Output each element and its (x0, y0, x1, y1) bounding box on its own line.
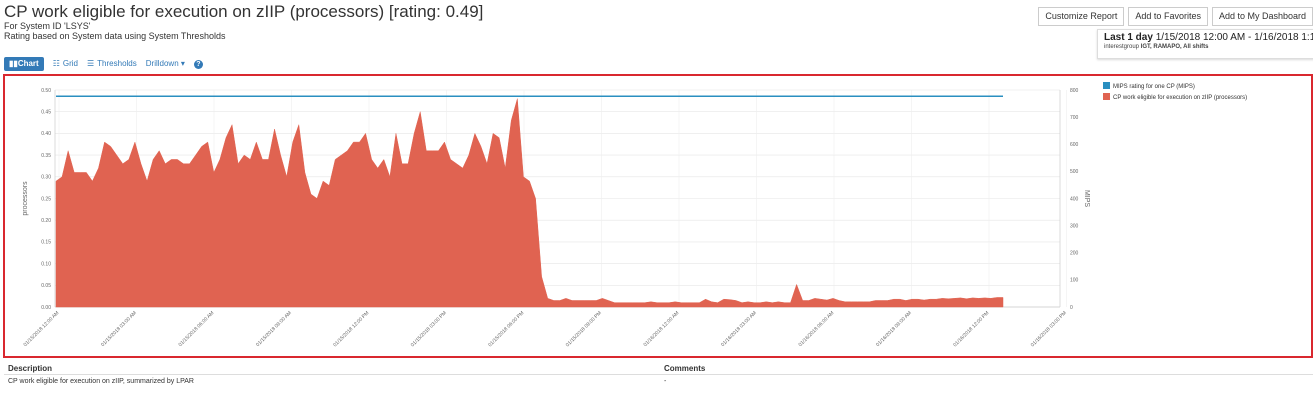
comments-header: Comments (664, 364, 706, 373)
page-title: CP work eligible for execution on zIIP (… (4, 2, 484, 21)
y-left-tick-label: 0.45 (41, 110, 51, 116)
description-table: Description Comments CP work eligible fo… (4, 362, 1313, 389)
table-row: CP work eligible for execution on zIIP, … (4, 375, 1313, 389)
date-range-panel[interactable]: Last 1 day 1/15/2018 12:00 AM - 1/16/201… (1097, 29, 1313, 59)
y-left-tick-label: 0.20 (41, 218, 51, 224)
y-right-tick-label: 700 (1070, 115, 1079, 121)
drilldown-label: Drilldown (145, 59, 179, 68)
x-tick-label: 01/16/2018 09:00 AM (875, 310, 913, 348)
y-right-axis-title: MIPS (1083, 190, 1090, 207)
y-right-tick-label: 200 (1070, 251, 1079, 257)
x-tick-label: 01/15/2018 06:00 AM (178, 310, 216, 348)
tab-thresholds-label: Thresholds (97, 59, 137, 68)
x-tick-label: 01/16/2018 12:00 PM (952, 310, 990, 348)
tab-grid[interactable]: ☷ Grid (53, 57, 78, 71)
system-id-line: For System ID 'LSYS' (4, 21, 91, 31)
area-series-ziip[interactable] (55, 98, 1004, 308)
y-right-tick-label: 300 (1070, 223, 1079, 229)
x-tick-label: 01/16/2018 03:00 AM (720, 310, 758, 348)
period-label: Last 1 day (1104, 32, 1153, 43)
y-left-tick-label: 0.10 (41, 261, 51, 267)
legend-swatch-mips[interactable] (1103, 82, 1110, 89)
add-to-favorites-button[interactable]: Add to Favorites (1128, 7, 1208, 26)
x-tick-label: 01/16/2018 12:00 AM (643, 310, 681, 348)
x-tick-label: 01/15/2018 12:00 AM (23, 310, 61, 348)
x-tick-label: 01/16/2018 03:00 PM (1030, 310, 1068, 348)
caret-down-icon: ▾ (180, 59, 185, 68)
date-range-line: Last 1 day 1/15/2018 12:00 AM - 1/16/201… (1104, 32, 1313, 43)
y-right-tick-label: 600 (1070, 142, 1079, 148)
y-left-tick-label: 0.50 (41, 88, 51, 94)
x-tick-label: 01/15/2018 03:00 PM (410, 310, 448, 348)
x-tick-label: 01/15/2018 09:00 AM (255, 310, 293, 348)
thresholds-icon: ☰ (87, 59, 95, 68)
legend-swatch-ziip[interactable] (1103, 93, 1110, 100)
legend-label-ziip[interactable]: CP work eligible for execution on zIIP (… (1113, 95, 1247, 101)
y-left-tick-label: 0.15 (41, 240, 51, 246)
y-left-tick-label: 0.40 (41, 131, 51, 137)
report-actions: Customize Report Add to Favorites Add to… (1034, 7, 1313, 26)
customize-report-button[interactable]: Customize Report (1038, 7, 1125, 26)
y-left-axis-title: processors (22, 181, 29, 216)
help-icon[interactable]: ? (193, 59, 203, 69)
legend-label-mips[interactable]: MIPS rating for one CP (MIPS) (1113, 84, 1195, 90)
x-tick-label: 01/15/2018 09:00 PM (565, 310, 603, 348)
y-left-tick-label: 0.30 (41, 175, 51, 181)
comments-cell: - (664, 378, 667, 385)
chart-svg: 0.00 0.05 0.10 0.15 0.20 0.25 0.30 0.35 0.40 0.45… (22, 82, 1247, 348)
x-tick-label: 01/16/2018 06:00 AM (798, 310, 836, 348)
tab-chart-label: Chart (17, 59, 39, 68)
filter-prefix: interestgroup (1104, 44, 1140, 50)
y-right-tick-label: 500 (1070, 169, 1079, 175)
view-tabs: ▮▮Chart ☷ Grid ☰ Thresholds Drilldown ▾ ? (4, 57, 203, 71)
table-header-row: Description Comments (4, 362, 1313, 375)
y-right-tick-label: 800 (1070, 88, 1079, 94)
add-to-dashboard-button[interactable]: Add to My Dashboard (1211, 7, 1313, 26)
bar-chart-icon: ▮▮ (9, 59, 18, 68)
chart-frame: 0.00 0.05 0.10 0.15 0.20 0.25 0.30 0.35 0.40 0.45… (3, 74, 1313, 358)
y-left-tick-label: 0.35 (41, 153, 51, 159)
description-cell: CP work eligible for execution on zIIP, … (8, 378, 194, 385)
tab-thresholds[interactable]: ☰ Thresholds (87, 57, 137, 71)
description-header: Description (8, 364, 53, 373)
drilldown-dropdown[interactable]: Drilldown ▾ (146, 57, 185, 71)
x-tick-label: 01/15/2018 12:00 PM (332, 310, 370, 348)
y-left-tick-label: 0.25 (41, 196, 51, 202)
rating-basis-line: Rating based on System data using System… (4, 31, 226, 41)
filter-line: interestgroup IGT, RAMAPO, All shifts (1104, 44, 1310, 50)
y-left-tick-label: 0.05 (41, 283, 51, 289)
y-left-tick-label: 0.00 (41, 305, 51, 311)
date-range-text: 1/15/2018 12:00 AM - 1/16/2018 1:10 PM (1155, 32, 1313, 43)
x-tick-label: 01/15/2018 06:00 PM (487, 310, 525, 348)
y-right-tick-label: 400 (1070, 196, 1079, 202)
filter-value: IGT, RAMAPO, All shifts (1140, 44, 1209, 50)
x-tick-label: 01/15/2018 03:00 AM (100, 310, 138, 348)
tab-chart[interactable]: ▮▮Chart (4, 57, 44, 71)
y-right-tick-label: 100 (1070, 278, 1079, 284)
y-right-tick-label: 0 (1070, 305, 1073, 311)
grid-icon: ☷ (52, 59, 60, 68)
tab-grid-label: Grid (62, 59, 78, 68)
